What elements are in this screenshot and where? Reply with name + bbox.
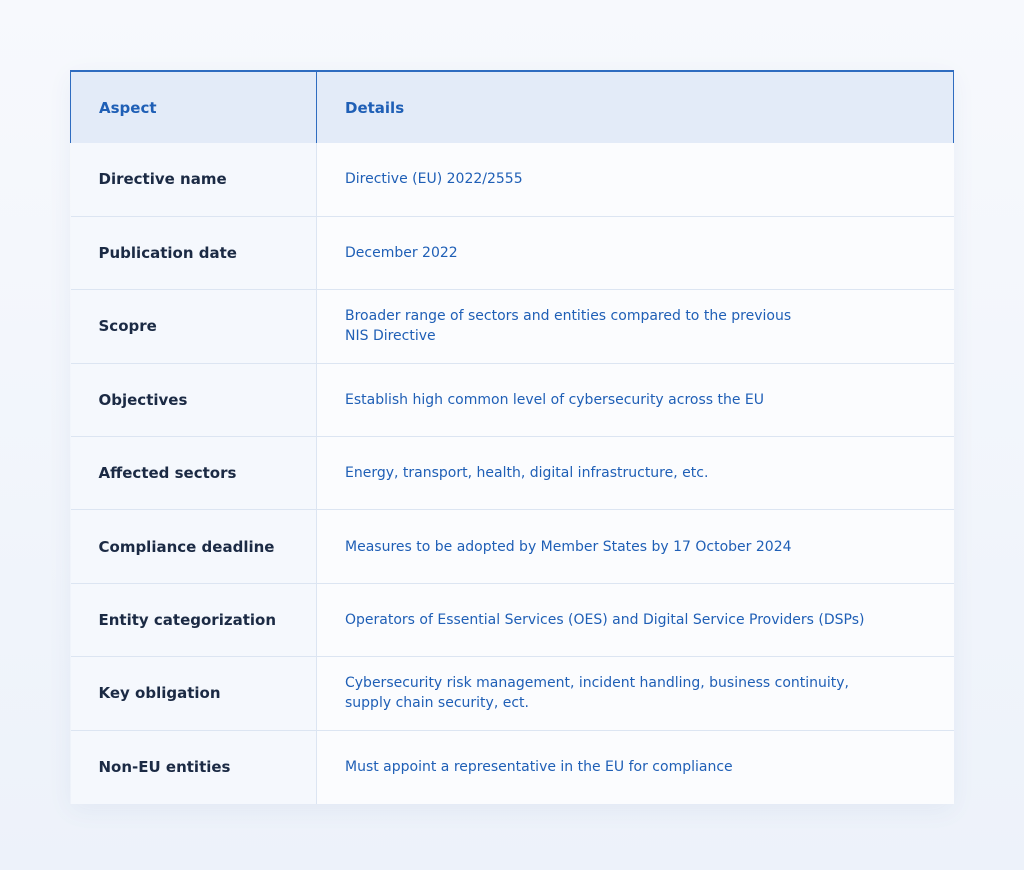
aspect-cell: Key obligation <box>70 656 317 731</box>
aspect-cell: Directive name <box>70 143 317 217</box>
details-cell: Measures to be adopted by Member States … <box>316 509 954 584</box>
aspect-cell: Compliance deadline <box>70 509 317 584</box>
table-row: Affected sectors Energy, transport, heal… <box>70 436 954 510</box>
details-cell: December 2022 <box>316 215 954 290</box>
table-header: Aspect Details <box>70 70 954 143</box>
aspect-cell: Affected sectors <box>70 436 317 510</box>
details-cell: Broader range of sectors and entities co… <box>316 289 954 364</box>
table-row: Directive name Directive (EU) 2022/2555 <box>70 143 954 217</box>
aspect-cell: Scopre <box>70 289 317 364</box>
table-row: Objectives Establish high common level o… <box>70 362 954 437</box>
table-row: Key obligation Cybersecurity risk manage… <box>70 656 954 731</box>
table-header-row: Aspect Details <box>70 70 954 143</box>
details-cell: Energy, transport, health, digital infra… <box>316 436 954 510</box>
aspect-cell: Entity categorization <box>70 582 317 657</box>
details-cell: Directive (EU) 2022/2555 <box>316 143 954 217</box>
details-cell: Operators of Essential Services (OES) an… <box>316 582 954 657</box>
column-header-details: Details <box>316 70 954 143</box>
table-row: Entity categorization Operators of Essen… <box>70 582 954 657</box>
nis2-summary-table: Aspect Details Directive name Directive … <box>70 70 954 804</box>
column-header-aspect: Aspect <box>70 70 317 143</box>
details-cell: Must appoint a representative in the EU … <box>316 729 954 804</box>
table-row: Non-EU entities Must appoint a represent… <box>70 729 954 804</box>
table-row: Compliance deadline Measures to be adopt… <box>70 509 954 584</box>
table-row: Publication date December 2022 <box>70 215 954 290</box>
details-cell: Establish high common level of cybersecu… <box>316 362 954 437</box>
aspect-cell: Objectives <box>70 362 317 437</box>
aspect-cell: Publication date <box>70 215 317 290</box>
aspect-cell: Non-EU entities <box>70 729 317 804</box>
table-body: Directive name Directive (EU) 2022/2555 … <box>70 143 954 804</box>
table-row: Scopre Broader range of sectors and enti… <box>70 289 954 364</box>
nis2-summary-table-container: Aspect Details Directive name Directive … <box>70 70 954 804</box>
details-cell: Cybersecurity risk management, incident … <box>316 656 954 731</box>
